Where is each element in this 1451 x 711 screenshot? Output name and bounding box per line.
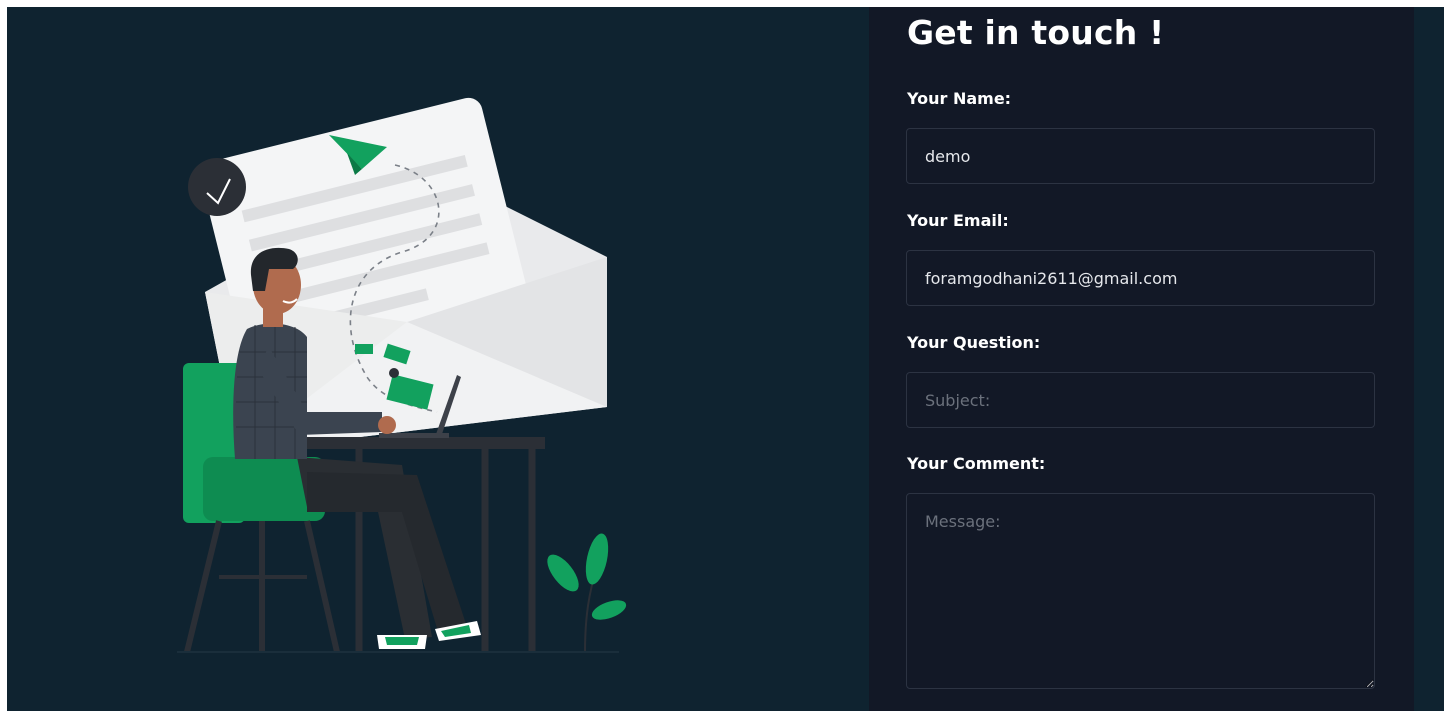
subject-input[interactable]: [906, 372, 1375, 428]
contact-illustration: [7, 7, 869, 711]
question-label: Your Question:: [907, 333, 1041, 352]
plant-icon: [547, 533, 627, 653]
form-title: Get in touch !: [907, 13, 1165, 52]
clock-icon: [188, 158, 246, 216]
message-textarea[interactable]: [906, 493, 1375, 689]
email-field[interactable]: [906, 250, 1375, 306]
email-label: Your Email:: [907, 211, 1009, 230]
name-label: Your Name:: [907, 89, 1012, 108]
page-frame: Get in touch ! Your Name: Your Email: Yo…: [7, 7, 1444, 711]
contact-form-panel: Get in touch ! Your Name: Your Email: Yo…: [869, 7, 1414, 711]
illustration-svg: [177, 97, 627, 653]
comment-label: Your Comment:: [907, 454, 1046, 473]
name-field[interactable]: [906, 128, 1375, 184]
